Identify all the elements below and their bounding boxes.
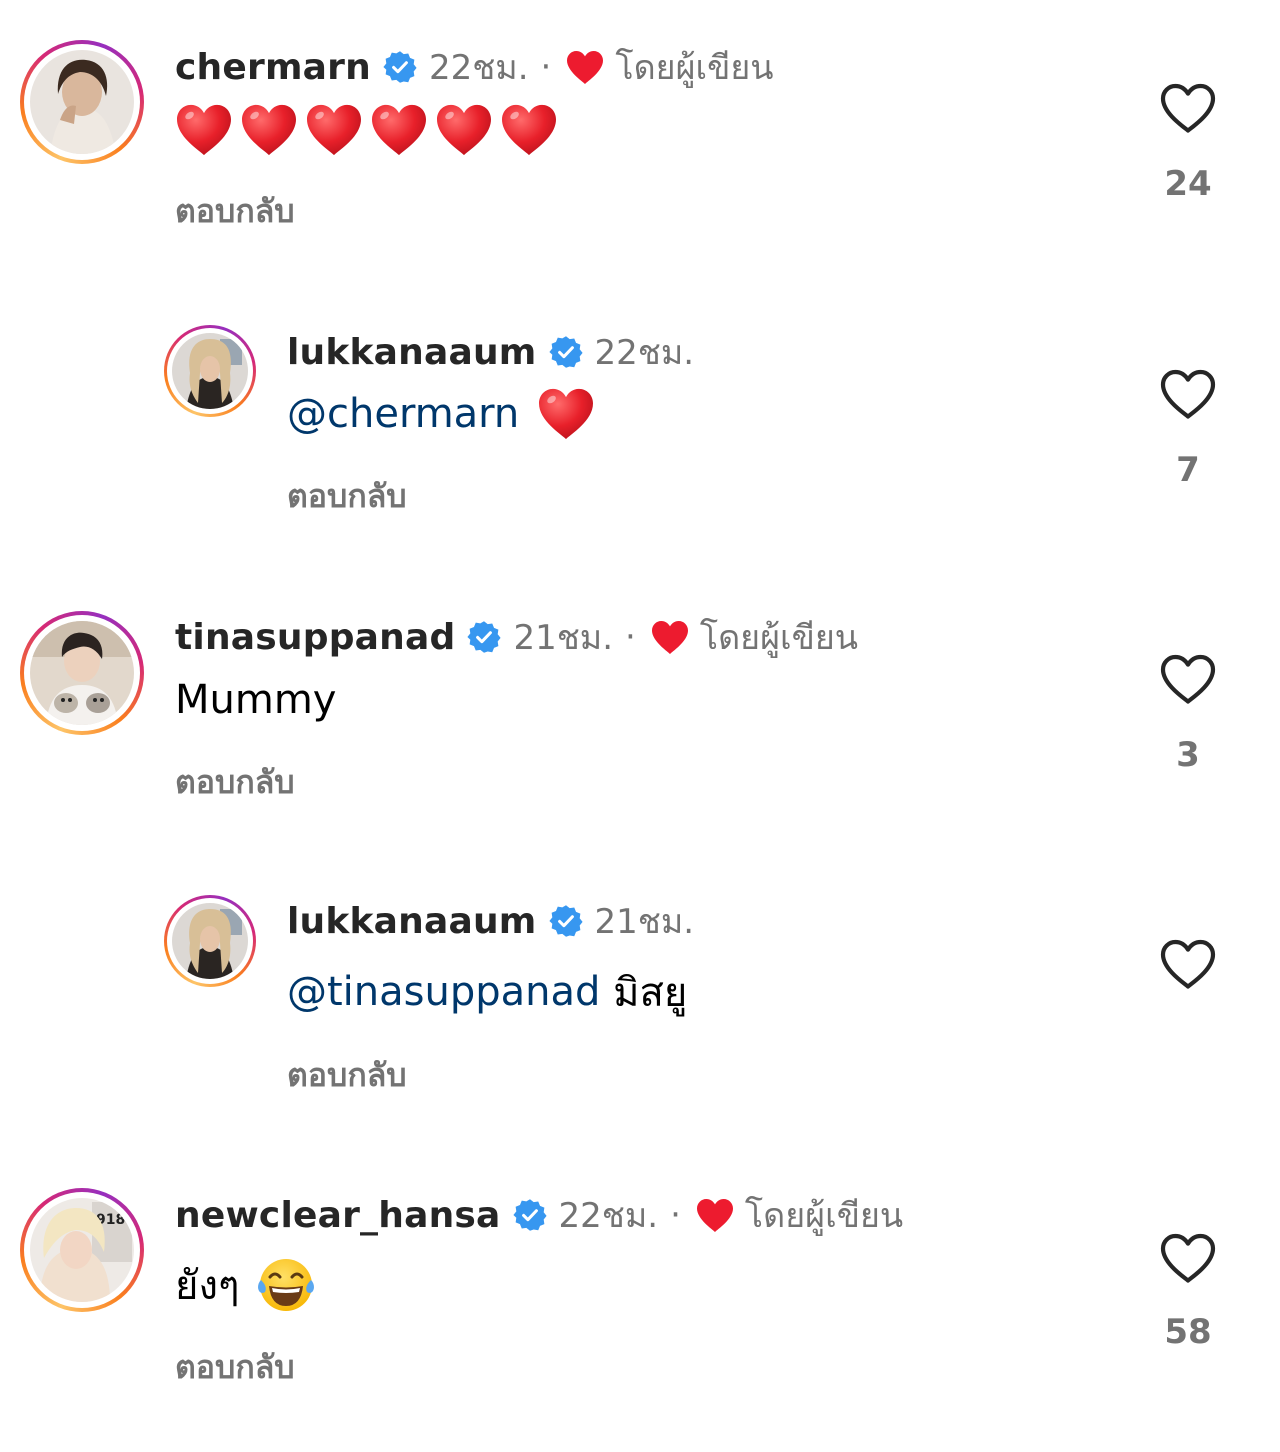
avatar-photo-icon: 918 — [30, 1198, 134, 1302]
red-heart-emoji-icon — [305, 103, 363, 157]
author-heart-icon — [565, 49, 605, 85]
username[interactable]: chermarn — [175, 47, 371, 88]
timestamp: 22ชม. — [594, 333, 695, 373]
timestamp: 22ชม. — [428, 48, 529, 88]
comment-body: @chermarn — [287, 384, 602, 444]
comment-body: @tinasuppanad มิสยู — [287, 962, 687, 1022]
avatar[interactable]: 918 — [20, 1188, 144, 1312]
avatar-photo-icon — [172, 333, 248, 409]
separator: · — [540, 47, 552, 87]
username[interactable]: tinasuppanad — [175, 617, 455, 658]
heart-outline-icon — [1159, 368, 1217, 420]
author-heart-icon — [695, 1197, 735, 1233]
like-count: 3 — [1176, 735, 1200, 775]
heart-outline-icon — [1159, 938, 1217, 990]
like-count: 7 — [1176, 450, 1200, 490]
reply-button[interactable]: ตอบกลับ — [287, 1050, 407, 1101]
avatar[interactable] — [164, 325, 256, 417]
liked-by-author-label: โดยผู้เขียน — [699, 618, 859, 658]
red-heart-emoji-icon — [435, 103, 493, 157]
verified-badge-icon — [383, 50, 417, 84]
reply-button[interactable]: ตอบกลับ — [175, 757, 295, 808]
red-heart-emoji-icon — [240, 103, 298, 157]
like-button[interactable] — [1158, 653, 1218, 705]
comment-header: tinasuppanad 21ชม. · โดยผู้เขียน — [175, 612, 858, 662]
liked-by-author-label: โดยผู้เขียน — [615, 48, 774, 88]
timestamp: 21ชม. — [594, 902, 695, 942]
comment-item: chermarn 22ชม. · โดยผู้เขียน ตอบกลับ 24 — [0, 0, 1280, 280]
comment-text: ยังๆ — [175, 1263, 240, 1309]
red-heart-emoji-icon — [537, 387, 595, 441]
avatar-photo-icon — [30, 50, 134, 154]
timestamp: 22ชม. — [558, 1196, 659, 1236]
comment-body — [175, 100, 565, 160]
avatar-photo-icon — [172, 903, 248, 979]
verified-badge-icon — [549, 335, 583, 369]
red-heart-emoji-icon — [500, 103, 558, 157]
like-button[interactable] — [1158, 82, 1218, 134]
like-button[interactable] — [1158, 368, 1218, 420]
comment-text: มิสยู — [600, 970, 688, 1016]
comment-item: 918 newclear_hansa 22ชม. · โดยผู้เขียน ย… — [0, 1160, 1280, 1450]
avatar-photo-icon — [30, 621, 134, 725]
red-heart-emoji-icon — [175, 103, 233, 157]
mention-link[interactable]: @chermarn — [287, 391, 519, 437]
username[interactable]: lukkanaaum — [287, 332, 537, 373]
comment-body: ยังๆ — [175, 1255, 315, 1315]
tears-of-joy-emoji-icon — [258, 1259, 315, 1311]
like-count: 58 — [1164, 1312, 1212, 1352]
like-button[interactable] — [1158, 1232, 1218, 1284]
avatar[interactable] — [20, 40, 144, 164]
red-heart-emoji-icon — [370, 103, 428, 157]
avatar[interactable] — [20, 611, 144, 735]
comment-header: lukkanaaum 22ชม. — [287, 327, 694, 377]
comment-body: Mummy — [175, 677, 337, 723]
comment-header: chermarn 22ชม. · โดยผู้เขียน — [175, 42, 774, 92]
mention-link[interactable]: @tinasuppanad — [287, 969, 600, 1015]
verified-badge-icon — [513, 1198, 547, 1232]
verified-badge-icon — [549, 904, 583, 938]
reply-comment-item: lukkanaaum 22ชม. @chermarn ตอบกลับ 7 — [0, 300, 1280, 560]
liked-by-author-label: โดยผู้เขียน — [744, 1196, 904, 1236]
comment-header: newclear_hansa 22ชม. · โดยผู้เขียน — [175, 1190, 903, 1240]
reply-button[interactable]: ตอบกลับ — [287, 471, 407, 522]
separator: · — [625, 617, 636, 657]
reply-comment-item: lukkanaaum 21ชม. @tinasuppanad มิสยู ตอบ… — [0, 870, 1280, 1130]
like-button[interactable] — [1158, 938, 1218, 990]
comment-item: tinasuppanad 21ชม. · โดยผู้เขียน Mummy ต… — [0, 580, 1280, 860]
reply-button[interactable]: ตอบกลับ — [175, 186, 295, 237]
heart-outline-icon — [1159, 1232, 1217, 1284]
timestamp: 21ชม. — [513, 618, 614, 658]
verified-badge-icon — [467, 620, 501, 654]
author-heart-icon — [650, 619, 690, 655]
separator: · — [670, 1195, 681, 1235]
username[interactable]: newclear_hansa — [175, 1195, 501, 1236]
like-count: 24 — [1164, 164, 1212, 204]
reply-button[interactable]: ตอบกลับ — [175, 1342, 295, 1393]
username[interactable]: lukkanaaum — [287, 901, 537, 942]
heart-outline-icon — [1159, 653, 1217, 705]
avatar[interactable] — [164, 895, 256, 987]
comment-header: lukkanaaum 21ชม. — [287, 896, 694, 946]
heart-outline-icon — [1159, 82, 1217, 134]
